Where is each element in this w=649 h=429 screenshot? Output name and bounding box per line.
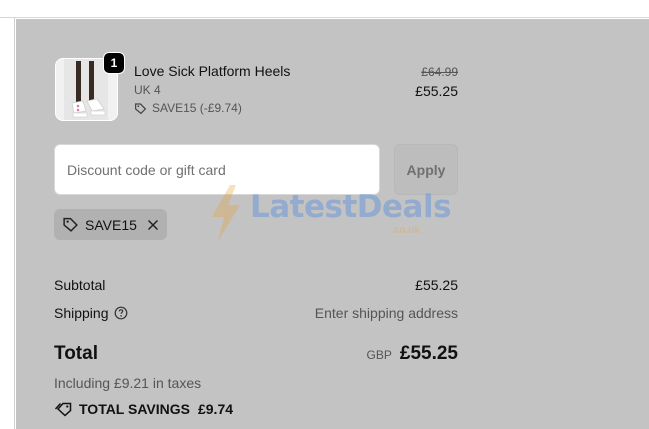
product-discount-text: SAVE15 (-£9.74) [152, 101, 242, 115]
applied-discount-code: SAVE15 [85, 216, 137, 233]
tag-icon [62, 216, 79, 233]
quantity-badge: 1 [103, 52, 125, 74]
left-margin [0, 18, 15, 429]
help-icon[interactable] [114, 306, 128, 320]
price-original: £64.99 [421, 65, 458, 79]
total-value-group: GBP £55.25 [367, 343, 458, 365]
product-variant: UK 4 [134, 83, 161, 97]
currency-code: GBP [366, 348, 392, 362]
apply-button[interactable]: Apply [394, 144, 458, 195]
price-final: £55.25 [415, 83, 458, 99]
subtotal-value: £55.25 [415, 277, 458, 293]
remove-discount-icon[interactable] [147, 219, 159, 231]
savings-tag-icon [54, 401, 73, 417]
shipping-value: Enter shipping address [314, 305, 458, 321]
total-savings-row: TOTAL SAVINGS £9.74 [54, 401, 233, 417]
total-savings-label: TOTAL SAVINGS [79, 401, 190, 417]
product-name: Love Sick Platform Heels [134, 63, 291, 79]
shipping-row: Shipping [54, 305, 128, 321]
product-discount-line: SAVE15 (-£9.74) [134, 101, 242, 115]
applied-discount-chip: SAVE15 [54, 209, 167, 240]
top-bar [0, 0, 649, 18]
discount-code-input[interactable] [54, 144, 380, 195]
taxes-note: Including £9.21 in taxes [54, 375, 202, 391]
shipping-label: Shipping [54, 305, 109, 321]
subtotal-label: Subtotal [54, 277, 106, 293]
total-amount: £55.25 [399, 343, 458, 364]
total-savings-value: £9.74 [197, 401, 234, 417]
tag-icon [134, 102, 147, 115]
total-label: Total [54, 343, 98, 364]
